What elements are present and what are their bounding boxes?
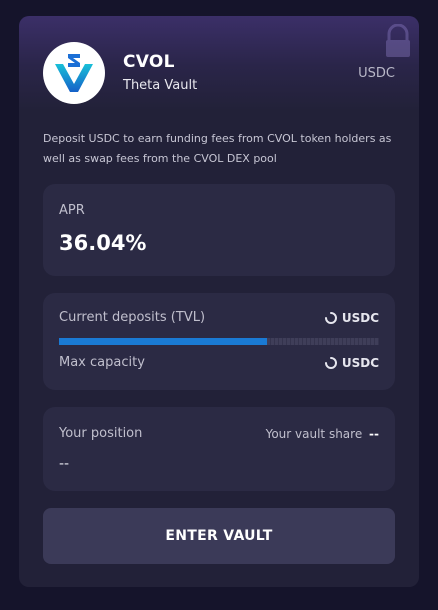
vault-name: CVOL [123, 52, 175, 72]
current-deposits-label: Current deposits (TVL) [59, 310, 206, 325]
max-capacity-label: Max capacity [59, 355, 145, 370]
vault-share: Your vault share -- [266, 427, 379, 441]
vault-asset: USDC [358, 66, 395, 81]
capacity-progress-bar [59, 338, 379, 345]
current-deposits-unit: USDC [341, 311, 379, 325]
apr-label: APR [59, 203, 85, 218]
cvol-logo-icon [43, 42, 105, 104]
max-capacity-value: USDC [324, 356, 379, 370]
loading-spinner-icon [324, 357, 337, 369]
lock-icon [386, 24, 410, 57]
position-panel: Your position Your vault share -- -- [43, 407, 395, 491]
max-capacity-unit: USDC [341, 356, 379, 370]
enter-vault-button[interactable]: ENTER VAULT [43, 508, 395, 564]
vault-share-label: Your vault share [265, 427, 363, 441]
your-position-value: -- [59, 456, 70, 472]
loading-spinner-icon [324, 312, 337, 324]
vault-card: CVOL Theta Vault USDC Deposit USDC to ea… [19, 16, 419, 587]
current-deposits-value: USDC [324, 311, 379, 325]
vault-type: Theta Vault [123, 78, 198, 93]
your-position-label: Your position [59, 426, 143, 441]
apr-panel: APR 36.04% [43, 184, 395, 276]
vault-share-value: -- [369, 427, 379, 441]
deposits-panel: Current deposits (TVL) USDC Max capacity… [43, 293, 395, 390]
capacity-progress-fill [59, 338, 267, 345]
apr-value: 36.04% [59, 231, 147, 255]
vault-description: Deposit USDC to earn funding fees from C… [43, 132, 392, 165]
